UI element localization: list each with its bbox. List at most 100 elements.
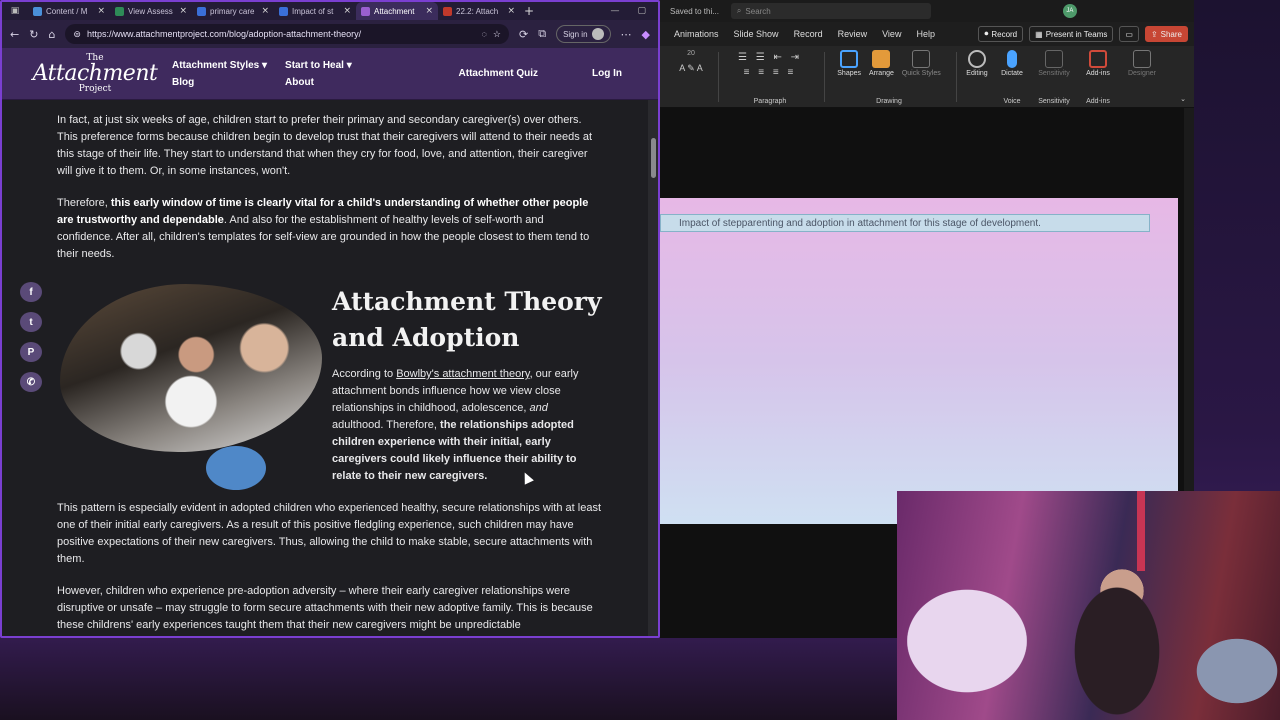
tab-impact[interactable]: Impact of st × [274,2,356,20]
designer-button[interactable]: Designer [1128,50,1156,77]
present-teams-button[interactable]: ▦ Present in Teams [1029,26,1114,42]
tab-attachment[interactable]: Attachment × [356,2,438,20]
tab-view[interactable]: View [882,29,901,39]
paragraph-label: Paragraph [753,98,787,105]
tab-record[interactable]: Record [794,29,823,39]
shapes-button[interactable]: Shapes [837,50,861,77]
collections-icon[interactable]: ⧉ [538,27,546,41]
user-avatar[interactable]: JA [1062,4,1077,18]
sensitivity-label: Sensitivity [1038,98,1070,105]
shapes-label: Shapes [837,70,862,77]
editing-button[interactable]: Editing [966,50,988,77]
dictate-button[interactable]: Dictate [1001,50,1023,77]
arrange-button[interactable]: Arrange [869,50,894,77]
addins-button[interactable]: Add-ins [1086,50,1110,77]
new-tab-icon[interactable]: + [520,4,538,18]
nav-about[interactable]: About [285,77,352,88]
slide-title-textbox[interactable]: Impact of stepparenting and adoption in … [660,214,1150,232]
close-icon[interactable]: × [507,6,515,16]
twitter-icon[interactable]: t [20,312,42,332]
home-icon[interactable]: ⌂ [48,28,55,41]
address-bar: ← ↻ ⌂ ⊜ https://www.attachmentproject.co… [2,20,658,48]
nav-attachment-styles[interactable]: Attachment Styles ▾ [172,60,267,71]
sensitivity-button[interactable]: Sensitivity [1038,50,1070,77]
tab-strip: ▣ Content / M × View Assess × primary ca… [2,2,658,20]
refresh-icon[interactable]: ↻ [29,28,38,41]
close-icon[interactable]: × [179,6,187,16]
align-tools-icon[interactable]: ≡ ≡ ≡ ≡ [722,67,818,78]
copilot-icon[interactable]: ◆ [642,28,650,41]
tab-content[interactable]: Content / M × [28,2,110,20]
site-info-icon[interactable]: ⊜ [73,29,81,40]
intro-pre: According to [332,368,397,380]
section-heading: Attachment Theory and Adoption [332,287,602,352]
tab-title: primary care [210,6,255,16]
font-size-field[interactable]: 20 [666,50,716,57]
save-status[interactable]: Saved to thi... [670,7,719,16]
scrollbar-thumb[interactable] [651,138,656,178]
close-icon[interactable]: × [261,6,269,16]
minimize-icon[interactable]: — [610,6,619,16]
tab-title: Content / M [46,6,88,16]
sensitivity-tool-label: Sensitivity [1038,70,1070,77]
arrange-label: Arrange [868,70,894,77]
intro-mid2: adulthood. Therefore, [332,419,441,431]
favorite-star-icon[interactable]: ☆ [493,29,501,40]
quick-styles-button[interactable]: Quick Styles [902,50,941,77]
url-field[interactable]: ⊜ https://www.attachmentproject.com/blog… [65,24,509,44]
shapes-icon [840,50,859,68]
designer-group: Designer [1120,46,1164,108]
site-header: The Attachment Project Attachment Styles… [2,48,658,100]
close-icon[interactable]: × [97,6,105,16]
tab-animations[interactable]: Animations [674,29,719,39]
close-icon[interactable]: × [425,6,433,16]
tab-view-assess[interactable]: View Assess × [110,2,192,20]
chevron-down-icon[interactable]: ⌄ [1180,95,1186,103]
facebook-icon[interactable]: f [20,282,42,302]
tab-favicon-icon [33,6,42,16]
nav-blog[interactable]: Blog [172,77,267,88]
search-icon: ⌕ [736,6,742,15]
share-button[interactable]: ⇪ Share [1144,26,1188,42]
site-logo[interactable]: The Attachment Project [2,53,172,94]
nav-log-in[interactable]: Log In [592,68,622,79]
nav-attachment-quiz[interactable]: Attachment Quiz [459,68,538,79]
ppt-search-box[interactable]: ⌕ Search [730,3,931,19]
drawing-group: Shapes Arrange Quick Styles Drawing [828,46,950,108]
more-icon[interactable]: ⋯ [621,28,632,41]
record-button[interactable]: ⏺ Record [978,26,1024,42]
quick-styles-icon [912,50,931,68]
webcam-overlay [897,491,1280,720]
tab-actions-icon[interactable]: ▣ [2,6,28,16]
tab-favicon-icon [115,6,124,16]
font-group: 20 A ✎ A [666,46,716,108]
reader-icon[interactable]: ◌ [482,29,487,39]
sign-in-label: Sign in [563,29,588,39]
whatsapp-icon[interactable]: ✆ [20,372,42,392]
tab-help[interactable]: Help [916,29,935,39]
tab-title: View Assess [128,6,173,16]
extensions-icon[interactable]: ⟳ [519,28,528,41]
close-icon[interactable]: × [343,6,351,16]
sign-in-button[interactable]: Sign in [556,25,611,43]
page-scrollbar[interactable] [648,100,658,636]
list-tools-icon[interactable]: ☰ ☰ ⇤ ⇥ [722,52,818,63]
pinterest-icon[interactable]: P [20,342,42,362]
avatar [591,28,604,40]
nav-start-to-heal[interactable]: Start to Heal ▾ [285,60,352,71]
separator [824,52,825,102]
paragraph-2-pre: Therefore, [57,197,111,209]
tab-primary-care[interactable]: primary care × [192,2,274,20]
logo-sub: Project [78,83,112,94]
tab-favicon-icon [443,6,452,16]
tab-slide-show[interactable]: Slide Show [734,29,779,39]
tab-review[interactable]: Review [838,29,868,39]
maximize-icon[interactable]: ▢ [637,6,646,16]
back-icon[interactable]: ← [10,28,19,41]
bowlby-link[interactable]: Bowlby's attachment theory [396,368,529,380]
slide[interactable]: Impact of stepparenting and adoption in … [660,198,1178,524]
font-tools[interactable]: A ✎ A [666,63,716,74]
comments-button[interactable]: ▭ [1119,26,1139,42]
share-icon: ⇪ [1150,29,1158,39]
tab-22-2[interactable]: 22.2: Attach × [438,2,520,20]
